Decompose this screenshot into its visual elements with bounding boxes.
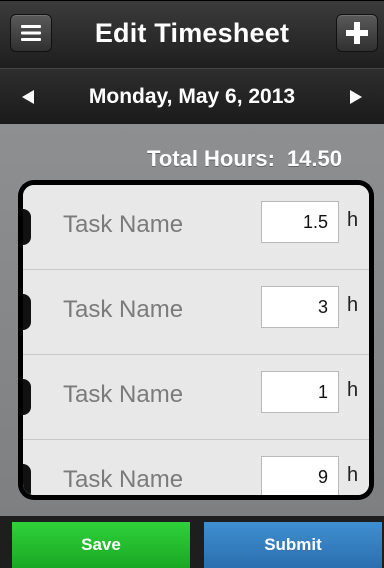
app-header: Edit Timesheet: [0, 0, 384, 68]
save-button[interactable]: Save: [12, 522, 190, 568]
timesheet-content: Total Hours: 14.50 Task Name 1.5 h Task N…: [0, 124, 384, 516]
task-name: Task Name: [63, 466, 184, 493]
task-name: Task Name: [63, 211, 184, 238]
row-grip: [23, 379, 31, 415]
task-name: Task Name: [63, 381, 184, 408]
row-grip: [23, 294, 31, 330]
task-name: Task Name: [63, 296, 184, 323]
total-hours-label: Total Hours:: [147, 146, 275, 171]
total-hours-value: 14.50: [286, 146, 342, 171]
hours-input[interactable]: 1.5: [261, 201, 339, 243]
menu-icon: [21, 25, 41, 41]
plus-icon: [346, 22, 368, 44]
hours-input[interactable]: 1: [261, 371, 339, 413]
previous-day-button[interactable]: [8, 81, 48, 113]
date-bar: Monday, May 6, 2013: [0, 68, 384, 125]
task-row[interactable]: Task Name 3 h: [23, 270, 369, 355]
hours-unit: h: [347, 294, 359, 316]
triangle-right-icon: [350, 90, 362, 104]
hours-unit: h: [347, 209, 359, 231]
page-title: Edit Timesheet: [94, 18, 290, 48]
current-date: Monday, May 6, 2013: [88, 85, 296, 108]
triangle-left-icon: [22, 90, 34, 104]
task-row[interactable]: Task Name 1.5 h: [23, 185, 369, 270]
action-bar: Save Submit: [0, 516, 384, 568]
row-grip: [23, 209, 31, 245]
task-row[interactable]: Task Name 9 h: [23, 440, 369, 495]
hours-input[interactable]: 3: [261, 286, 339, 328]
row-grip: [23, 464, 31, 495]
hours-input[interactable]: 9: [261, 456, 339, 495]
hours-unit: h: [347, 464, 359, 486]
hours-unit: h: [347, 379, 359, 401]
total-hours: Total Hours: 14.50: [147, 146, 342, 172]
submit-button[interactable]: Submit: [204, 522, 382, 568]
next-day-button[interactable]: [336, 81, 376, 113]
task-list-inner: Task Name 1.5 h Task Name 3 h Task Name …: [23, 185, 369, 495]
task-list[interactable]: Task Name 1.5 h Task Name 3 h Task Name …: [18, 180, 374, 500]
add-button[interactable]: [336, 14, 378, 52]
task-row[interactable]: Task Name 1 h: [23, 355, 369, 440]
menu-button[interactable]: [10, 14, 52, 52]
